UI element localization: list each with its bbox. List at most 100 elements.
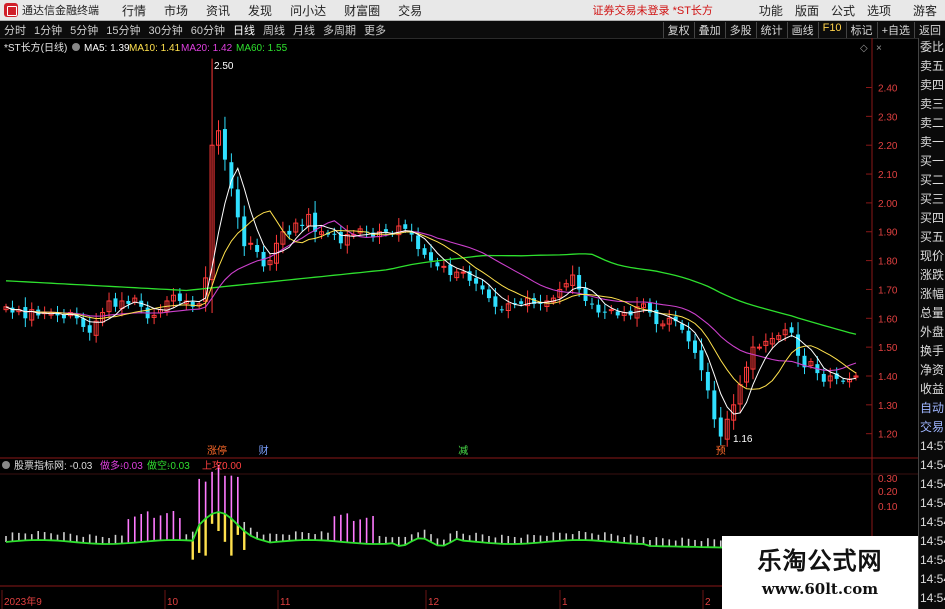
quote-field[interactable]: 委比 bbox=[919, 38, 945, 57]
indicator-bar bbox=[552, 532, 555, 542]
candle bbox=[293, 218, 299, 237]
quote-field[interactable]: 换手 bbox=[919, 342, 945, 361]
quote-field[interactable]: 买三 bbox=[919, 190, 945, 209]
candle bbox=[505, 295, 511, 319]
tool-multi[interactable]: 多股 bbox=[724, 21, 756, 38]
menu-layout[interactable]: 版面 bbox=[795, 2, 819, 19]
indicator-settings-icon[interactable] bbox=[2, 461, 10, 469]
tool-adjust[interactable]: 复权 bbox=[662, 21, 694, 38]
menu-discover[interactable]: 发现 bbox=[248, 2, 272, 19]
quote-field[interactable]: 14:54 bbox=[919, 494, 945, 513]
ma5-legend: MA5: 1.39 bbox=[84, 43, 130, 54]
quote-field[interactable]: 14:54 bbox=[919, 532, 945, 551]
quote-field[interactable]: 买四 bbox=[919, 209, 945, 228]
quote-field[interactable]: 卖一 bbox=[919, 133, 945, 152]
quote-field[interactable]: 自动 bbox=[919, 399, 945, 418]
tool-stats[interactable]: 统计 bbox=[755, 21, 787, 38]
candle bbox=[376, 223, 382, 244]
quote-field[interactable]: 总量 bbox=[919, 304, 945, 323]
indicator-bar bbox=[655, 537, 658, 547]
candle bbox=[718, 407, 723, 446]
indicator-bar bbox=[327, 532, 329, 541]
ma10-line bbox=[5, 210, 857, 390]
period-tab-5[interactable]: 60分钟 bbox=[191, 22, 225, 38]
period-tab-9[interactable]: 多周期 bbox=[323, 22, 356, 38]
indicator-bar bbox=[217, 465, 220, 512]
y-tick-label: 1.40 bbox=[878, 372, 898, 383]
quote-field[interactable]: 卖二 bbox=[919, 114, 945, 133]
candle bbox=[744, 361, 750, 388]
quote-field[interactable]: 净资 bbox=[919, 361, 945, 380]
menu-options[interactable]: 选项 bbox=[867, 2, 891, 19]
tool-back[interactable]: 返回 bbox=[914, 21, 945, 38]
period-tab-10[interactable]: 更多 bbox=[364, 22, 386, 38]
y-tick-label: 1.70 bbox=[878, 285, 898, 296]
candle bbox=[119, 292, 125, 317]
period-tab-1[interactable]: 1分钟 bbox=[34, 22, 62, 38]
quote-field[interactable]: 收益 bbox=[919, 380, 945, 399]
menu-trade[interactable]: 交易 bbox=[398, 2, 422, 19]
settings-dot-icon[interactable] bbox=[72, 43, 80, 51]
event-marker[interactable]: 预 bbox=[716, 445, 726, 457]
menu-wealth[interactable]: 财富圈 bbox=[344, 2, 380, 19]
collapse-icon[interactable]: ◇ bbox=[860, 43, 868, 54]
indicator-y-tick-label: 0.30 bbox=[878, 474, 898, 485]
event-marker[interactable]: 减 bbox=[458, 445, 468, 457]
period-tab-4[interactable]: 30分钟 bbox=[149, 22, 183, 38]
y-axis-ticks: 2.40 2.30 2.20 2.10 2.00 1.90 1.80 1.70 1.60 1.50… bbox=[866, 84, 898, 441]
indicator-bar bbox=[584, 532, 587, 541]
candle bbox=[705, 362, 710, 399]
quote-field[interactable]: 14:57 bbox=[919, 437, 945, 456]
menu-news[interactable]: 资讯 bbox=[206, 2, 230, 19]
kline-chart[interactable]: 2.40 2.30 2.20 2.10 2.00 1.90 1.80 1.70 1.60 1.50… bbox=[0, 38, 918, 609]
quote-field[interactable]: 外盘 bbox=[919, 323, 945, 342]
tool-add-watch[interactable]: +自选 bbox=[876, 21, 914, 38]
quote-field[interactable]: 14:54 bbox=[919, 475, 945, 494]
y-tick-label: 1.30 bbox=[878, 401, 898, 412]
quote-field[interactable]: 14:54 bbox=[919, 551, 945, 570]
menu-market[interactable]: 市场 bbox=[164, 2, 188, 19]
quote-field[interactable]: 14:54 bbox=[919, 456, 945, 475]
close-icon[interactable]: × bbox=[876, 43, 882, 54]
period-tab-7[interactable]: 周线 bbox=[263, 22, 285, 38]
period-tab-6[interactable]: 日线 bbox=[233, 22, 255, 38]
quote-field[interactable]: 卖四 bbox=[919, 76, 945, 95]
menu-formula[interactable]: 公式 bbox=[831, 2, 855, 19]
quote-field[interactable]: 卖三 bbox=[919, 95, 945, 114]
candle bbox=[371, 227, 376, 242]
price-grid bbox=[0, 38, 918, 609]
period-tab-8[interactable]: 月线 bbox=[293, 22, 315, 38]
tool-overlay[interactable]: 叠加 bbox=[693, 21, 725, 38]
quote-field[interactable]: 买一 bbox=[919, 152, 945, 171]
candle bbox=[170, 288, 176, 308]
indicator-bar bbox=[533, 535, 535, 544]
indicator-bar bbox=[282, 534, 284, 542]
menu-quotes[interactable]: 行情 bbox=[122, 2, 146, 19]
quote-field[interactable]: 现价 bbox=[919, 247, 945, 266]
tool-f10[interactable]: F10 bbox=[817, 21, 846, 38]
period-tab-2[interactable]: 5分钟 bbox=[70, 22, 98, 38]
tool-draw[interactable]: 画线 bbox=[786, 21, 818, 38]
quote-field[interactable]: 卖五 bbox=[919, 57, 945, 76]
candle bbox=[724, 410, 730, 447]
event-marker[interactable]: 财 bbox=[259, 444, 269, 457]
login-notice[interactable]: 证券交易未登录 *ST长方 bbox=[593, 2, 713, 18]
quote-field[interactable]: 买五 bbox=[919, 228, 945, 247]
quote-field[interactable]: 14:54 bbox=[919, 589, 945, 608]
quote-field[interactable]: 14:54 bbox=[919, 570, 945, 589]
menu-ask[interactable]: 问小达 bbox=[290, 2, 326, 19]
quote-field[interactable]: 买二 bbox=[919, 171, 945, 190]
period-tab-0[interactable]: 分时 bbox=[4, 22, 26, 38]
event-marker[interactable]: 涨停 bbox=[207, 444, 227, 457]
indicator-bar bbox=[307, 533, 310, 541]
tool-mark[interactable]: 标记 bbox=[845, 21, 877, 38]
period-tab-3[interactable]: 15分钟 bbox=[106, 22, 140, 38]
menu-functions[interactable]: 功能 bbox=[759, 2, 783, 19]
quote-field[interactable]: 涨幅 bbox=[919, 285, 945, 304]
quote-field[interactable]: 涨跌 bbox=[919, 266, 945, 285]
indicator-bar bbox=[591, 533, 593, 541]
quote-field[interactable]: 交易 bbox=[919, 418, 945, 437]
indicator-bar bbox=[69, 533, 72, 542]
quote-field[interactable]: 14:54 bbox=[919, 513, 945, 532]
guest-user[interactable]: 游客 bbox=[913, 2, 937, 19]
